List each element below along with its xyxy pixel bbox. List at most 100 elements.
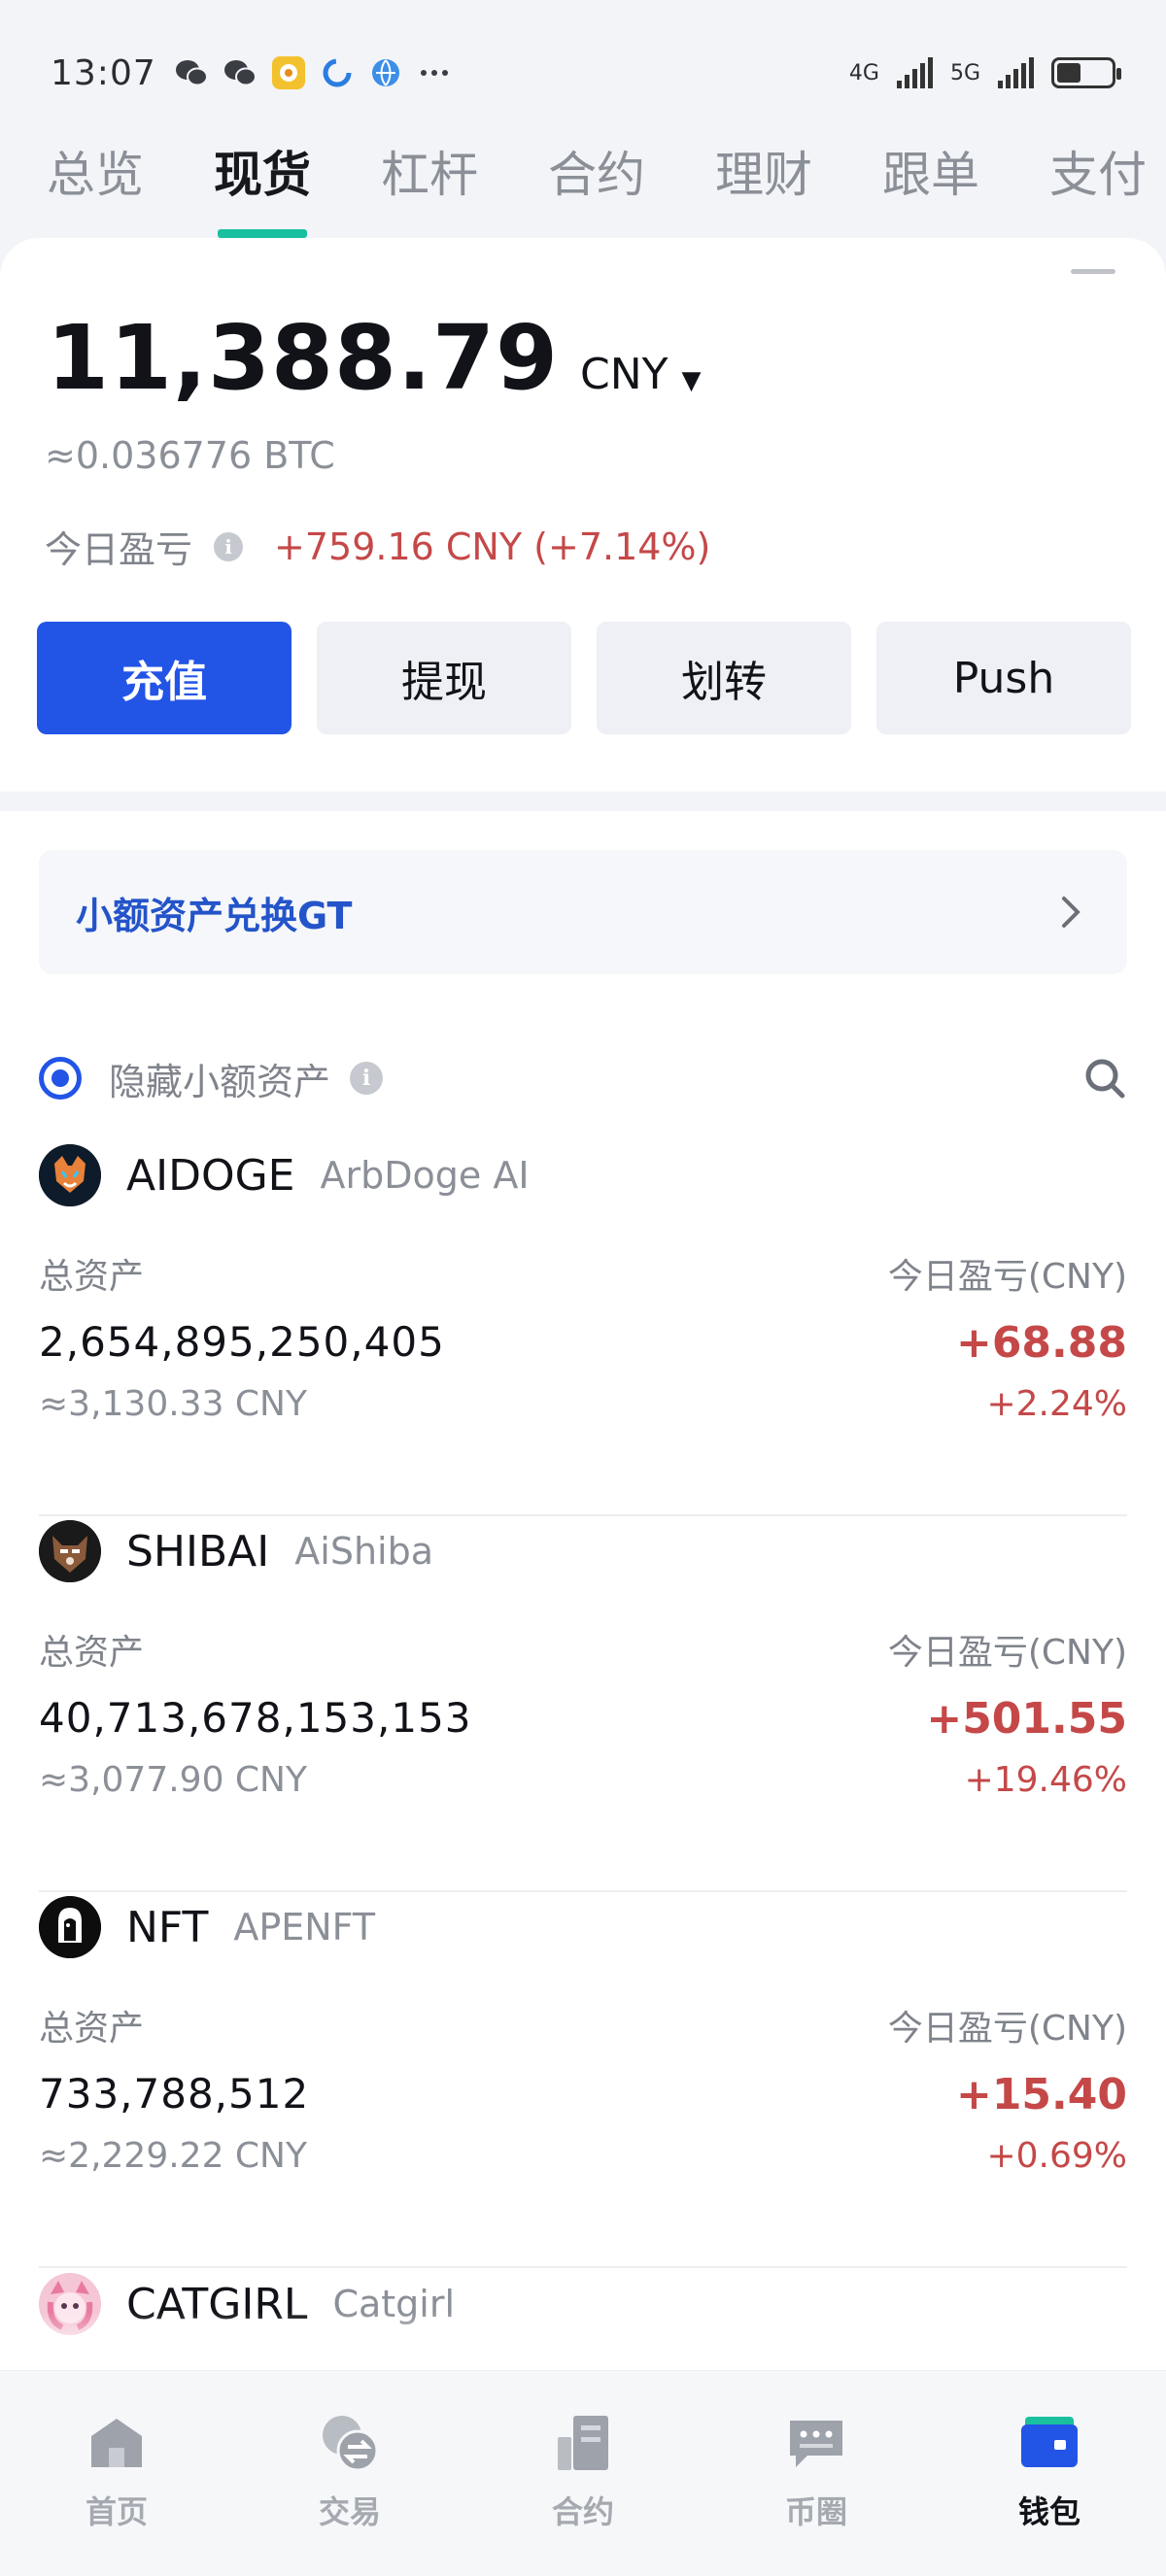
more-icon (417, 55, 452, 90)
asset-cny-value: ≈2,229.22 CNY (39, 2136, 307, 2176)
withdraw-button[interactable]: 提现 (317, 622, 571, 734)
total-assets-label: 总资产 (39, 1257, 145, 1297)
wallet-icon (1018, 2412, 1080, 2474)
asset-cny-value: ≈3,130.33 CNY (39, 1384, 307, 1424)
asset-amount: 40,713,678,153,153 (39, 1694, 472, 1742)
currency-selector[interactable]: CNY (580, 350, 669, 399)
asset-name: ArbDoge AI (320, 1154, 530, 1197)
tab-6[interactable]: 支付 (1049, 136, 1147, 238)
wechat-icon (174, 55, 209, 90)
asset-name: APENFT (233, 1906, 376, 1949)
hide-small-assets-radio[interactable] (39, 1057, 82, 1100)
app-icon (320, 55, 355, 90)
list-fade (0, 2312, 1166, 2370)
status-bar: 13:07 4G 5G (0, 0, 1166, 146)
collapse-icon[interactable] (1071, 269, 1115, 274)
asset-pnl-label: 今日盈亏(CNY) (887, 1633, 1127, 1673)
asset-pnl: +501.55 (926, 1694, 1127, 1744)
tab-5[interactable]: 跟单 (882, 136, 979, 238)
today-pnl-value: +759.16 CNY (+7.14%) (274, 525, 711, 568)
nav-label: 币圈 (784, 2493, 847, 2530)
transfer-button[interactable]: 划转 (597, 622, 851, 734)
nav-trade[interactable]: 交易 (233, 2371, 466, 2576)
status-time: 13:07 (51, 52, 156, 93)
section-divider (0, 792, 1166, 811)
balance-row: 11,388.79 CNY ▼ (47, 306, 702, 410)
aidoge-logo-icon (39, 1144, 101, 1206)
tab-1[interactable]: 现货 (214, 136, 311, 238)
asset-name: AiShiba (294, 1530, 433, 1573)
browser-icon (368, 55, 403, 90)
asset-pnl-percent: +2.24% (986, 1384, 1127, 1424)
tab-3[interactable]: 合约 (548, 136, 645, 238)
asset-pnl: +15.40 (955, 2070, 1127, 2119)
nav-label: 合约 (551, 2493, 614, 2530)
nav-community[interactable]: 币圈 (700, 2371, 933, 2576)
asset-cny-value: ≈3,077.90 CNY (39, 1760, 307, 1800)
asset-pnl-percent: +0.69% (986, 2136, 1127, 2176)
convert-banner-text: 小额资产兑换GT (76, 894, 353, 937)
asset-row[interactable]: SHIBAI AiShiba 总资产 40,713,678,153,153 ≈3… (39, 1517, 1127, 1892)
action-buttons: 充值 提现 划转 Push (37, 622, 1131, 734)
nav-home[interactable]: 首页 (0, 2371, 233, 2576)
nav-label: 钱包 (1017, 2493, 1080, 2530)
today-pnl-label: 今日盈亏 (45, 528, 193, 571)
asset-symbol: NFT (126, 1902, 209, 1952)
hide-small-assets-label[interactable]: 隐藏小额资产 (109, 1052, 330, 1105)
today-pnl-row: 今日盈亏 i +759.16 CNY (+7.14%) (45, 520, 710, 573)
tab-4[interactable]: 理财 (715, 136, 812, 238)
filter-row: 隐藏小额资产 i (39, 1049, 1127, 1107)
balance-value: 11,388.79 (47, 306, 559, 410)
tab-2[interactable]: 杠杆 (381, 136, 478, 238)
scrolled-label (49, 252, 223, 273)
contract-icon (552, 2412, 614, 2474)
network-5g: 5G (949, 60, 980, 85)
notification-icons (174, 55, 452, 90)
total-assets-label: 总资产 (39, 1633, 145, 1673)
wechat-icon (223, 55, 257, 90)
info-icon[interactable]: i (214, 531, 244, 561)
asset-header: SHIBAI AiShiba (39, 1517, 433, 1585)
nav-contract[interactable]: 合约 (466, 2371, 700, 2576)
balance-card: 11,388.79 CNY ▼ ≈0.036776 BTC 今日盈亏 i +75… (0, 238, 1166, 792)
asset-amount: 733,788,512 (39, 2070, 310, 2118)
chat-icon (785, 2412, 847, 2474)
asset-pnl-label: 今日盈亏(CNY) (887, 2009, 1127, 2049)
nav-label: 首页 (85, 2493, 148, 2530)
small-asset-convert-banner[interactable]: 小额资产兑换GT (39, 850, 1127, 974)
exchange-icon (319, 2412, 381, 2474)
status-right: 4G 5G (848, 57, 1121, 88)
chevron-right-icon (1051, 893, 1090, 932)
asset-symbol: AIDOGE (126, 1150, 295, 1201)
asset-symbol: SHIBAI (126, 1526, 270, 1576)
asset-pnl-label: 今日盈亏(CNY) (887, 1257, 1127, 1297)
battery-icon (1051, 57, 1121, 88)
nav-wallet[interactable]: 钱包 (933, 2371, 1166, 2576)
asset-header: AIDOGE ArbDoge AI (39, 1141, 530, 1209)
total-assets-label: 总资产 (39, 2009, 145, 2049)
network-4g: 4G (848, 60, 879, 85)
asset-row[interactable]: AIDOGE ArbDoge AI 总资产 2,654,895,250,405 … (39, 1141, 1127, 1516)
search-icon[interactable] (1082, 1056, 1127, 1101)
bottom-nav: 首页 交易 合约 币圈 钱包 (0, 2370, 1166, 2576)
signal-icon (998, 57, 1034, 88)
push-button[interactable]: Push (876, 622, 1131, 734)
signal-icon (896, 57, 933, 88)
top-tabs: 总览 现货 杠杆 合约 理财 跟单 支付 (0, 136, 1166, 238)
info-icon[interactable]: i (350, 1062, 384, 1095)
asset-pnl: +68.88 (955, 1318, 1127, 1368)
app-icon (271, 55, 306, 90)
home-icon (86, 2412, 148, 2474)
nav-label: 交易 (318, 2493, 381, 2530)
nft-logo-icon (39, 1896, 101, 1958)
asset-amount: 2,654,895,250,405 (39, 1318, 445, 1366)
caret-down-icon[interactable]: ▼ (682, 366, 702, 395)
tab-0[interactable]: 总览 (47, 136, 144, 238)
asset-pnl-percent: +19.46% (964, 1760, 1127, 1800)
asset-header: NFT APENFT (39, 1893, 375, 1961)
asset-list-area: 小额资产兑换GT 隐藏小额资产 i AIDOGE ArbDoge AI 总资产 … (0, 811, 1166, 2365)
asset-row[interactable]: NFT APENFT 总资产 733,788,512 ≈2,229.22 CNY… (39, 1893, 1127, 2268)
deposit-button[interactable]: 充值 (37, 622, 292, 734)
btc-equivalent: ≈0.036776 BTC (45, 434, 335, 477)
shibai-logo-icon (39, 1520, 101, 1582)
